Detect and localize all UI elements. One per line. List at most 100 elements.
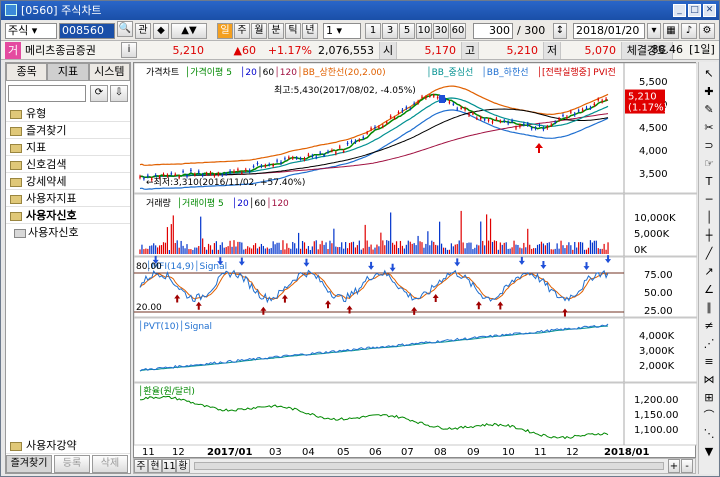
candle-body [260,165,263,167]
indicator-search-input[interactable] [8,85,86,102]
parallel-line-icon[interactable]: ∥ [701,300,717,315]
stock-stepper[interactable]: ▲▼ [171,23,207,39]
bottom-tab-current[interactable]: 현 [148,459,162,473]
bottom-tab-week[interactable]: 주 [134,459,148,473]
period-day-button[interactable]: 일 [217,23,233,39]
candle-body [503,120,506,122]
folder-user-indicator[interactable]: 사용자지표 [6,190,130,207]
volume-bar [258,246,261,254]
volume-bar [333,228,335,254]
candle-body [291,157,294,159]
prev-stock-button[interactable]: ◆ [153,23,169,39]
candle-body [268,164,271,166]
volume-bar [237,241,239,254]
folder-user-signal[interactable]: 사용자신호 [6,207,130,224]
folder-user-strength[interactable]: 사용자강약 [6,437,130,454]
interval-3-button[interactable]: 3 [382,23,398,39]
refresh-icon[interactable]: ⟳ [90,85,108,102]
interval-60-button[interactable]: 60 [450,23,466,39]
volume-bar [515,244,517,254]
angle-line-icon[interactable]: ∠ [701,282,717,297]
chart-area[interactable]: 가격차트 │가격이평 5 │20 │60 │120 │BB_상한선(20,2.00) │BB… [133,62,698,458]
tab-stock[interactable]: 종목 [6,63,48,81]
period-month-button[interactable]: 월 [251,23,267,39]
volume-bar [202,238,204,254]
download-icon[interactable]: ⇩ [110,85,128,102]
scroll-down-icon[interactable]: ▼ [701,444,717,459]
volume-bar [493,240,496,254]
volume-bar [339,247,341,254]
maximize-icon[interactable]: □ [688,4,701,17]
speed-line-icon[interactable]: ⋱ [701,426,717,441]
stock-code-input[interactable]: 008560 [59,23,115,39]
interval-select[interactable]: 1 ▾ [323,23,361,39]
tab-system[interactable]: 시스템 [88,63,130,81]
candle-body [139,176,141,178]
period-year-button[interactable]: 년 [302,23,318,39]
candle-body [209,172,212,174]
gwan-button[interactable]: 관 [135,23,151,39]
sound-icon[interactable]: ♪ [681,23,697,39]
period-minute-button[interactable]: 분 [268,23,284,39]
arc-icon[interactable]: ⌒ [701,408,717,423]
fib-fan-icon[interactable]: ⋰ [701,336,717,351]
minimize-icon[interactable]: _ [673,4,686,17]
folder-indicators[interactable]: 지표 [6,139,130,156]
cycle-icon[interactable]: ⊞ [701,390,717,405]
text-icon[interactable]: T [701,174,717,189]
bottom-tab-status[interactable]: 황 [176,459,190,473]
bottom-tab-11[interactable]: 11 [162,459,176,473]
delete-button[interactable]: 삭제 [92,455,128,473]
interval-10-button[interactable]: 10 [416,23,432,39]
cursor-icon[interactable]: ↖ [701,66,717,81]
close-icon[interactable]: ✕ [703,4,716,17]
calendar-icon[interactable]: ▾ [647,23,661,39]
eraser-icon[interactable]: ✎ [701,102,717,117]
period-tick-button[interactable]: 틱 [285,23,301,39]
date-input[interactable]: 2018/01/20 [573,23,645,39]
info-button[interactable]: i [121,42,137,58]
candle-body [530,127,533,129]
trash-icon[interactable]: ✂ [701,120,717,135]
grid-icon[interactable]: ▦ [663,23,679,39]
pointer-icon[interactable]: ☞ [701,156,717,171]
count-input[interactable]: 300 [473,23,513,39]
folder-strength[interactable]: 강세약세 [6,173,130,190]
ray-line-icon[interactable]: ↗ [701,264,717,279]
tab-indicator[interactable]: 지표 [47,63,89,81]
zoom-in-icon[interactable]: + [668,459,680,473]
cross-line-icon[interactable]: ┼ [701,228,717,243]
hline-icon[interactable]: ─ [701,192,717,207]
volume-bar [421,242,423,254]
folder-favorites[interactable]: 즐겨찾기 [6,122,130,139]
volume-bar [327,249,329,254]
register-button[interactable]: 등록 [54,455,90,473]
interval-5-button[interactable]: 5 [399,23,415,39]
folder-type[interactable]: 유형 [6,105,130,122]
gann-icon[interactable]: ⋈ [701,372,717,387]
search-icon[interactable]: 🔍 [117,21,133,37]
magnet-icon[interactable]: ⊃ [701,138,717,153]
folder-signal-search[interactable]: 신호검색 [6,156,130,173]
favorites-button[interactable]: 즐겨찾기 [6,455,52,473]
fib-retrace-icon[interactable]: ≡ [701,354,717,369]
trend-line-icon[interactable]: ╱ [701,246,717,261]
user-signal-item[interactable]: 사용자신호 [6,224,130,241]
volume-bar [215,241,217,254]
interval-1-button[interactable]: 1 [365,23,381,39]
market-select[interactable]: 주식 ▾ [5,23,57,39]
volume-bar [219,244,221,254]
count-stepper[interactable]: ↕ [553,23,567,39]
vline-icon[interactable]: │ [701,210,717,225]
interval-30-button[interactable]: 30 [433,23,449,39]
volume-bar [319,244,321,254]
crosshair-icon[interactable]: ✚ [701,84,717,99]
horizontal-scrollbar[interactable] [194,462,664,470]
period-week-button[interactable]: 주 [234,23,250,39]
zoom-out-icon[interactable]: - [681,459,693,473]
settings-icon[interactable]: ⚙ [699,23,715,39]
channel-icon[interactable]: ≠ [701,318,717,333]
volume-bar [511,247,513,254]
volume-bar [266,247,268,254]
volume-bar [401,245,404,254]
